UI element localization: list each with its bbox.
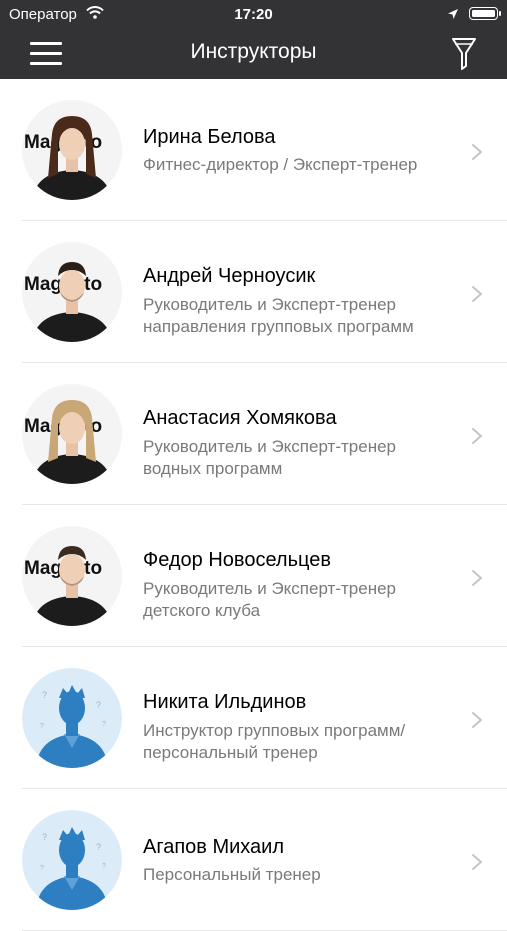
instructor-row[interactable]: Magneto Андрей Черноусик Руководитель и … — [0, 221, 507, 363]
avatar: Magneto — [22, 100, 122, 200]
svg-text:?: ? — [102, 863, 106, 870]
instructor-role: Фитнес-директор / Эксперт-тренер — [143, 155, 418, 174]
avatar: Magneto — [22, 384, 122, 484]
instructor-name: Федор Новосельцев — [143, 549, 331, 571]
top-bar: Оператор 17:20 Инструкторы — [0, 0, 507, 79]
instructor-row[interactable]: Magneto Федор Новосельцев Руководитель и… — [0, 505, 507, 647]
location-arrow-icon — [447, 7, 459, 24]
instructor-name: Агапов Михаил — [143, 836, 285, 858]
instructor-photo: Magneto — [22, 526, 122, 626]
placeholder-avatar-icon: ? ? ? ? — [22, 668, 122, 768]
instructor-name: Андрей Черноусик — [143, 265, 316, 287]
instructor-role: направления групповых программ — [143, 317, 414, 336]
svg-text:?: ? — [102, 721, 106, 728]
chevron-right-icon — [472, 428, 482, 444]
svg-text:?: ? — [40, 865, 44, 872]
instructor-role: детского клуба — [143, 601, 261, 620]
chevron-right-icon — [472, 144, 482, 160]
avatar: ? ? ? ? — [22, 810, 122, 910]
avatar: ? ? ? ? — [22, 668, 122, 768]
instructor-role: Руководитель и Эксперт-тренер — [143, 437, 396, 456]
svg-text:?: ? — [40, 723, 44, 730]
instructor-role: Руководитель и Эксперт-тренер — [143, 579, 396, 598]
page-title: Инструкторы — [190, 40, 317, 63]
instructor-photo: Magneto — [22, 242, 122, 342]
chevron-right-icon — [472, 712, 482, 728]
chevron-right-icon — [472, 570, 482, 586]
svg-text:?: ? — [96, 700, 101, 710]
status-bar: Оператор 17:20 — [0, 0, 507, 28]
instructor-row[interactable]: Magneto Ирина Белова Фитнес-директор / Э… — [0, 79, 507, 221]
instructor-role: Руководитель и Эксперт-тренер — [143, 295, 396, 314]
navigation-bar: Инструкторы — [0, 28, 507, 79]
instructor-name: Никита Ильдинов — [143, 691, 307, 713]
instructor-role: Персональный тренер — [143, 865, 321, 884]
chevron-right-icon — [472, 854, 482, 870]
instructor-list: Magneto Ирина Белова Фитнес-директор / Э… — [0, 79, 507, 931]
avatar: Magneto — [22, 526, 122, 626]
clock: 17:20 — [234, 6, 273, 23]
instructor-role: водных программ — [143, 459, 283, 478]
instructor-row[interactable]: Magneto Анастасия Хомякова Руководитель … — [0, 363, 507, 505]
avatar: Magneto — [22, 242, 122, 342]
instructor-role: персональный тренер — [143, 743, 318, 762]
instructor-name: Ирина Белова — [143, 126, 276, 148]
instructor-photo: Magneto — [22, 100, 122, 200]
filter-button[interactable] — [446, 34, 482, 72]
svg-text:?: ? — [42, 832, 47, 842]
svg-text:?: ? — [42, 690, 47, 700]
svg-text:?: ? — [96, 842, 101, 852]
placeholder-avatar-icon: ? ? ? ? — [22, 810, 122, 910]
instructor-row[interactable]: ? ? ? ? Никита Ильдинов Инструктор групп… — [0, 647, 507, 789]
chevron-right-icon — [472, 286, 482, 302]
instructor-row[interactable]: ? ? ? ? Агапов Михаил Персональный трене… — [0, 789, 507, 931]
filter-icon — [452, 38, 476, 70]
instructor-name: Анастасия Хомякова — [143, 407, 337, 429]
instructor-role: Инструктор групповых программ/ — [143, 721, 406, 740]
instructor-photo: Magneto — [22, 384, 122, 484]
battery-icon — [469, 7, 501, 20]
